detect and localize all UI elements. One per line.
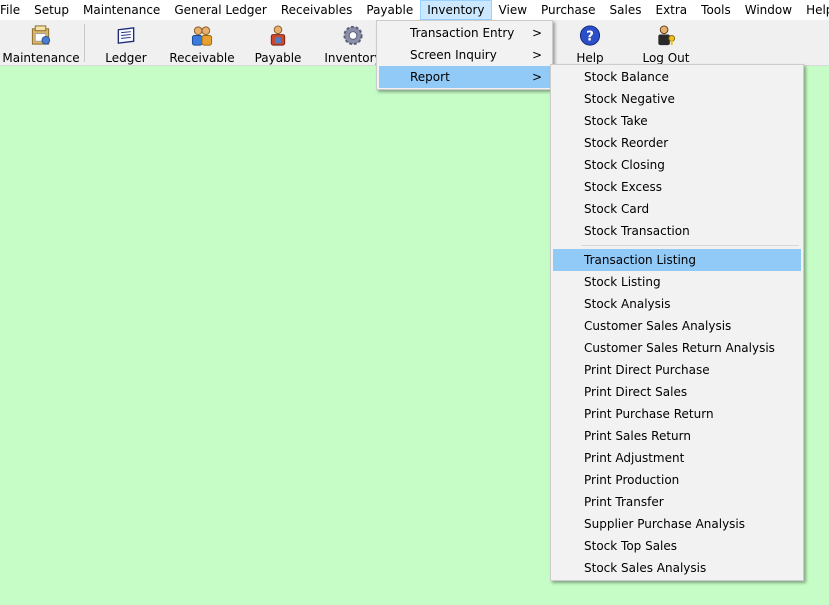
- menu-item-stock-card[interactable]: Stock Card: [553, 198, 801, 220]
- chevron-right-icon: >: [531, 26, 542, 40]
- menu-inventory[interactable]: Inventory: [420, 0, 492, 20]
- menu-item-print-adjustment[interactable]: Print Adjustment: [553, 447, 801, 469]
- menu-item-label: Report: [410, 70, 450, 84]
- gear-icon: [343, 25, 363, 46]
- logout-label: Log Out: [642, 51, 690, 65]
- menu-item-stock-take[interactable]: Stock Take: [553, 110, 801, 132]
- menu-item-stock-reorder[interactable]: Stock Reorder: [553, 132, 801, 154]
- menu-bar: File Setup Maintenance General Ledger Re…: [0, 0, 829, 20]
- menu-item-stock-transaction[interactable]: Stock Transaction: [553, 220, 801, 242]
- menu-purchase[interactable]: Purchase: [534, 0, 603, 20]
- payable-label: Payable: [254, 51, 302, 65]
- help-icon: ?: [579, 25, 601, 46]
- menu-tools[interactable]: Tools: [694, 0, 738, 20]
- menu-item-stock-top-sales[interactable]: Stock Top Sales: [553, 535, 801, 557]
- menu-separator: [581, 245, 799, 246]
- menu-item-customer-sales-analysis[interactable]: Customer Sales Analysis: [553, 315, 801, 337]
- menu-extra[interactable]: Extra: [648, 0, 694, 20]
- svg-text:?: ?: [586, 29, 594, 44]
- menu-item-print-purchase-return[interactable]: Print Purchase Return: [553, 403, 801, 425]
- inventory-label: Inventory: [324, 51, 382, 65]
- menu-item-stock-listing[interactable]: Stock Listing: [553, 271, 801, 293]
- menu-item-stock-analysis[interactable]: Stock Analysis: [553, 293, 801, 315]
- menu-help[interactable]: Help: [799, 0, 829, 20]
- ledger-icon: [117, 27, 135, 44]
- logout-button[interactable]: Log Out: [642, 22, 690, 65]
- menu-general-ledger[interactable]: General Ledger: [167, 0, 274, 20]
- chevron-right-icon: >: [531, 48, 542, 62]
- ledger-button[interactable]: Ledger: [102, 22, 150, 65]
- menu-setup[interactable]: Setup: [27, 0, 76, 20]
- chevron-right-icon: >: [531, 70, 542, 84]
- menu-item-label: Transaction Entry: [410, 26, 515, 40]
- receivable-button[interactable]: Receivable: [169, 22, 235, 65]
- inventory-button[interactable]: Inventory: [324, 22, 382, 65]
- toolbar-separator: [84, 24, 85, 62]
- menu-item-print-direct-purchase[interactable]: Print Direct Purchase: [553, 359, 801, 381]
- menu-payable[interactable]: Payable: [359, 0, 420, 20]
- menu-item-stock-excess[interactable]: Stock Excess: [553, 176, 801, 198]
- inventory-dropdown: Transaction Entry > Screen Inquiry > Rep…: [376, 20, 553, 90]
- menu-item-report[interactable]: Report >: [379, 66, 550, 88]
- menu-item-stock-balance[interactable]: Stock Balance: [553, 66, 801, 88]
- receivable-label: Receivable: [169, 51, 235, 65]
- maintenance-label: Maintenance: [2, 51, 80, 65]
- menu-item-screen-inquiry[interactable]: Screen Inquiry >: [379, 44, 550, 66]
- receivable-icon: [191, 26, 213, 46]
- menu-window[interactable]: Window: [738, 0, 799, 20]
- menu-item-print-direct-sales[interactable]: Print Direct Sales: [553, 381, 801, 403]
- menu-item-print-production[interactable]: Print Production: [553, 469, 801, 491]
- menu-file[interactable]: File: [0, 0, 27, 20]
- menu-sales[interactable]: Sales: [603, 0, 649, 20]
- menu-item-stock-negative[interactable]: Stock Negative: [553, 88, 801, 110]
- report-submenu: Stock Balance Stock Negative Stock Take …: [550, 64, 804, 581]
- menu-item-label: Screen Inquiry: [410, 48, 497, 62]
- maintenance-button[interactable]: Maintenance: [2, 22, 80, 65]
- payable-icon: [270, 25, 286, 46]
- menu-item-print-transfer[interactable]: Print Transfer: [553, 491, 801, 513]
- user-key-icon: [658, 25, 676, 46]
- menu-receivables[interactable]: Receivables: [274, 0, 360, 20]
- help-label: Help: [576, 51, 604, 65]
- menu-item-customer-sales-return-analysis[interactable]: Customer Sales Return Analysis: [553, 337, 801, 359]
- menu-view[interactable]: View: [492, 0, 534, 20]
- menu-item-supplier-purchase-analysis[interactable]: Supplier Purchase Analysis: [553, 513, 801, 535]
- maintenance-icon: [31, 25, 51, 45]
- menu-maintenance[interactable]: Maintenance: [76, 0, 167, 20]
- help-button[interactable]: ? Help: [574, 22, 606, 65]
- menu-item-stock-sales-analysis[interactable]: Stock Sales Analysis: [553, 557, 801, 579]
- payable-button[interactable]: Payable: [254, 22, 302, 65]
- menu-item-stock-closing[interactable]: Stock Closing: [553, 154, 801, 176]
- ledger-label: Ledger: [105, 51, 147, 65]
- menu-item-transaction-entry[interactable]: Transaction Entry >: [379, 22, 550, 44]
- menu-item-print-sales-return[interactable]: Print Sales Return: [553, 425, 801, 447]
- menu-item-transaction-listing[interactable]: Transaction Listing: [553, 249, 801, 271]
